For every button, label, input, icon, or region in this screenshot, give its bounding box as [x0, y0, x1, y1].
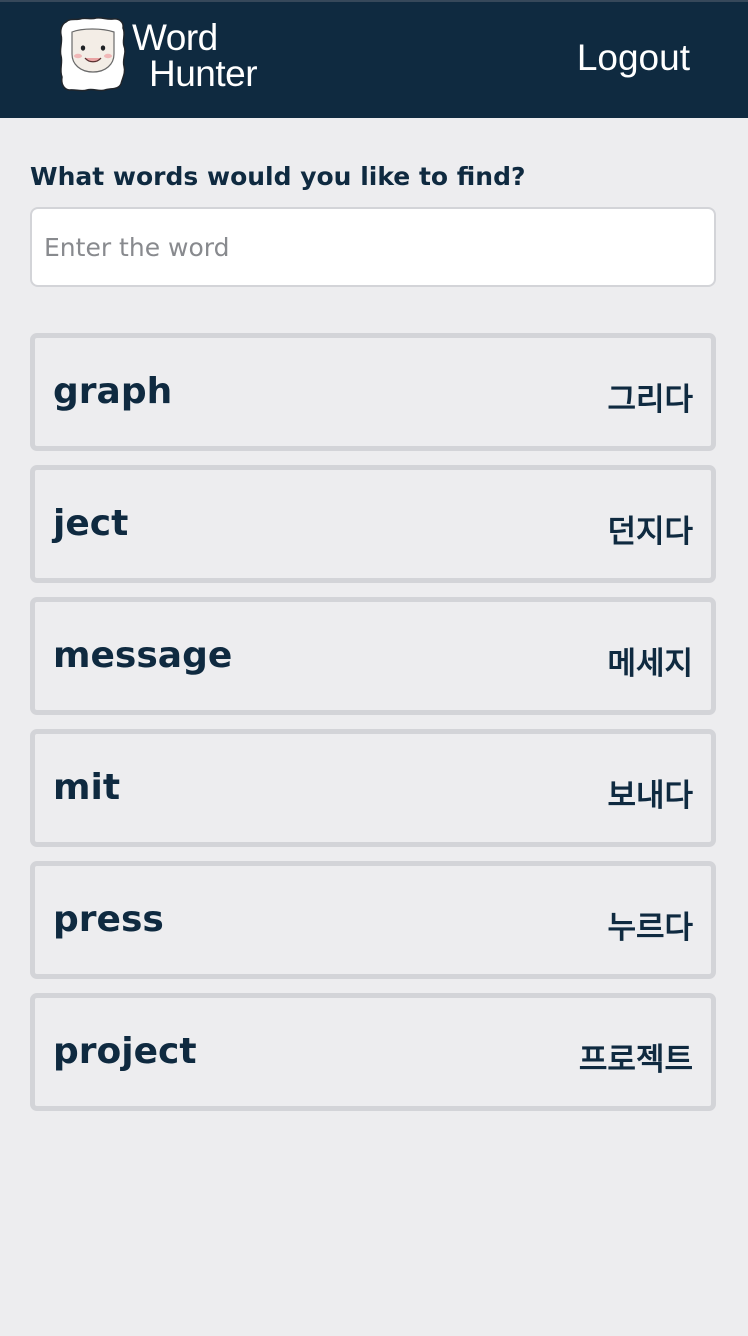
word-list: graph 그리다 ject 던지다 message 메세지 mit 보내다 p… — [30, 333, 716, 1111]
word-korean: 누르다 — [607, 910, 693, 946]
word-card-mit[interactable]: mit 보내다 — [30, 729, 716, 847]
main-content: What words would you like to find? graph… — [0, 161, 748, 1111]
word-card-project[interactable]: project 프로젝트 — [30, 993, 716, 1111]
word-card-message[interactable]: message 메세지 — [30, 597, 716, 715]
word-korean: 프로젝트 — [578, 1042, 693, 1078]
word-korean: 메세지 — [607, 646, 693, 682]
word-english: mit — [53, 767, 121, 808]
word-english: press — [53, 899, 164, 940]
logout-button[interactable]: Logout — [577, 38, 690, 78]
word-korean: 보내다 — [607, 778, 693, 814]
logo-line-hunter: Hunter — [149, 53, 258, 94]
word-english: project — [53, 1031, 197, 1072]
search-input[interactable] — [30, 207, 716, 287]
word-english: graph — [53, 371, 173, 412]
word-korean: 던지다 — [607, 514, 693, 550]
logo-wordmark: Word Hunter — [132, 17, 258, 94]
search-prompt: What words would you like to find? — [30, 162, 526, 191]
word-card-press[interactable]: press 누르다 — [30, 861, 716, 979]
word-card-ject[interactable]: ject 던지다 — [30, 465, 716, 583]
app-logo[interactable]: Word Hunter — [58, 16, 278, 96]
sheep-face-icon — [59, 17, 126, 92]
word-english: ject — [53, 503, 129, 544]
word-english: message — [53, 635, 233, 676]
word-korean: 그리다 — [607, 382, 693, 418]
app-header: Word Hunter Logout — [0, 2, 748, 118]
logo-line-word: Word — [132, 17, 218, 58]
word-card-graph[interactable]: graph 그리다 — [30, 333, 716, 451]
